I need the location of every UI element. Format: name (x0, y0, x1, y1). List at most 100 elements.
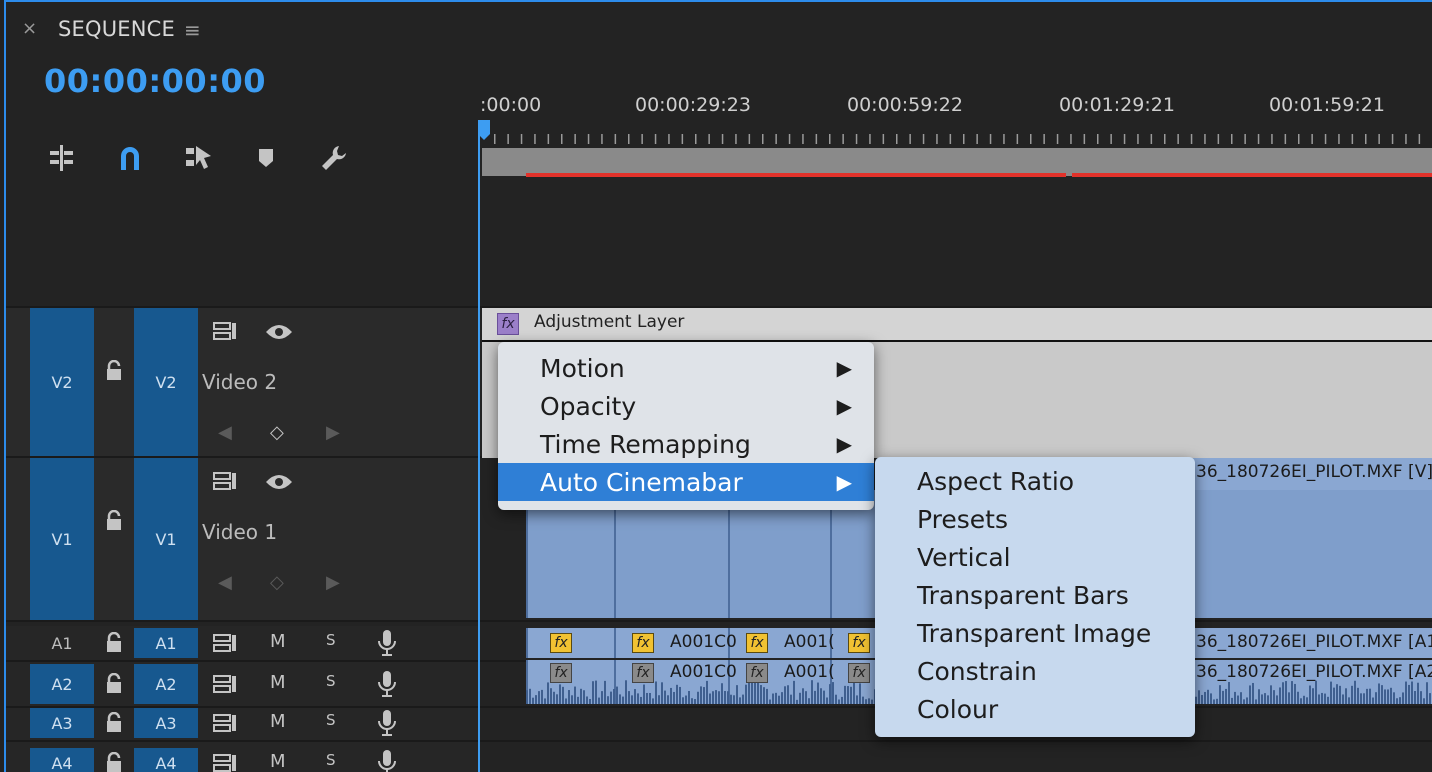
time-ruler[interactable] (482, 126, 1432, 148)
ruler-label: 00:00:59:22 (847, 94, 963, 116)
track-divider (6, 706, 1432, 708)
solo-track-button[interactable]: S (326, 631, 336, 649)
solo-track-button[interactable]: S (326, 672, 336, 690)
menu-item-auto-cinemabar[interactable]: Auto Cinemabar ▶ (498, 463, 874, 501)
render-status-bar (1072, 173, 1432, 177)
clip-name: A001( (784, 632, 835, 652)
menu-item-label: Opacity (540, 391, 637, 421)
target-track-a2[interactable]: A2 (134, 664, 198, 704)
source-patch-v2[interactable]: V2 (30, 308, 94, 456)
submenu-arrow-icon: ▶ (836, 356, 852, 380)
track-lock-icon[interactable] (104, 672, 124, 699)
source-patch-a1[interactable]: A1 (30, 628, 94, 658)
target-track-v1[interactable]: V1 (134, 458, 198, 620)
menu-item-time-remapping[interactable]: Time Remapping ▶ (498, 425, 874, 463)
clip-name: A001C0 (670, 632, 737, 652)
snap-magnet-icon[interactable] (112, 140, 148, 176)
source-patch-a4[interactable]: A4 (30, 748, 94, 772)
submenu-item-transparent-image[interactable]: Transparent Image (917, 619, 1151, 648)
voice-over-record-icon[interactable] (376, 709, 398, 741)
next-keyframe-icon[interactable]: ▶ (326, 572, 340, 593)
panel-menu-icon[interactable]: ≡ (184, 18, 201, 42)
clip-effects-menu: Motion ▶ Opacity ▶ Time Remapping ▶ Auto Ci… (498, 342, 874, 510)
wrench-settings-icon[interactable] (316, 140, 352, 176)
work-area-bar[interactable] (482, 148, 1432, 176)
insert-nest-icon[interactable] (44, 140, 80, 176)
toggle-sync-lock-icon[interactable] (212, 470, 238, 496)
fx-badge-icon[interactable]: fx (848, 663, 870, 683)
fx-badge-icon[interactable]: fx (550, 663, 572, 683)
target-track-a4[interactable]: A4 (134, 748, 198, 772)
ruler-label: :00:00 (480, 94, 542, 116)
eye-visibility-icon[interactable] (264, 322, 294, 346)
track-lock-icon[interactable] (104, 359, 124, 386)
fx-badge-icon[interactable]: fx (746, 663, 768, 683)
add-marker-icon[interactable] (248, 140, 284, 176)
ruler-label: 00:01:29:21 (1059, 94, 1175, 116)
playhead-handle-icon[interactable] (478, 120, 490, 142)
fx-badge-icon[interactable]: fx (632, 633, 654, 653)
eye-visibility-icon[interactable] (264, 472, 294, 496)
submenu-item-presets[interactable]: Presets (917, 505, 1008, 534)
source-patch-a3[interactable]: A3 (30, 708, 94, 738)
submenu-arrow-icon: ▶ (836, 394, 852, 418)
submenu-item-vertical[interactable]: Vertical (917, 543, 1011, 572)
voice-over-record-icon[interactable] (376, 629, 398, 661)
track-name-v1[interactable]: Video 1 (202, 520, 277, 544)
track-lock-icon[interactable] (104, 631, 124, 658)
empty-track-area (6, 180, 1432, 308)
next-keyframe-icon[interactable]: ▶ (326, 422, 340, 443)
previous-keyframe-icon[interactable]: ◀ (218, 422, 232, 443)
mute-track-button[interactable]: M (270, 751, 286, 772)
target-track-a3[interactable]: A3 (134, 708, 198, 738)
voice-over-record-icon[interactable] (376, 749, 398, 772)
auto-cinemabar-submenu: Aspect Ratio Presets Vertical Transparen… (875, 457, 1195, 737)
source-patch-v1[interactable]: V1 (30, 458, 94, 620)
submenu-item-aspect-ratio[interactable]: Aspect Ratio (917, 467, 1074, 496)
menu-item-opacity[interactable]: Opacity ▶ (498, 387, 874, 425)
close-panel-icon[interactable]: × (22, 18, 37, 39)
add-keyframe-icon[interactable]: ◇ (270, 422, 284, 443)
menu-item-label: Motion (540, 353, 625, 383)
track-lock-icon[interactable] (104, 509, 124, 536)
menu-item-label: Auto Cinemabar (540, 467, 743, 497)
target-track-v2[interactable]: V2 (134, 308, 198, 456)
submenu-item-transparent-bars[interactable]: Transparent Bars (917, 581, 1129, 610)
fx-badge-icon[interactable]: fx (632, 663, 654, 683)
fx-badge-icon[interactable]: fx (848, 633, 870, 653)
submenu-item-colour[interactable]: Colour (917, 695, 998, 724)
solo-track-button[interactable]: S (326, 751, 336, 769)
toggle-sync-lock-icon[interactable] (212, 712, 238, 738)
mute-track-button[interactable]: M (270, 631, 286, 652)
playhead-timecode[interactable]: 00:00:00:00 (44, 62, 266, 100)
fx-badge-icon[interactable]: fx (497, 313, 519, 335)
track-divider (6, 620, 1432, 622)
toggle-sync-lock-icon[interactable] (212, 752, 238, 772)
mute-track-button[interactable]: M (270, 711, 286, 732)
target-track-a1[interactable]: A1 (134, 628, 198, 658)
source-patch-a2[interactable]: A2 (30, 664, 94, 704)
track-lock-icon[interactable] (104, 751, 124, 772)
voice-over-record-icon[interactable] (376, 670, 398, 702)
toggle-sync-lock-icon[interactable] (212, 632, 238, 658)
toggle-sync-lock-icon[interactable] (212, 673, 238, 699)
mute-track-button[interactable]: M (270, 672, 286, 693)
solo-track-button[interactable]: S (326, 711, 336, 729)
add-keyframe-icon[interactable]: ◇ (270, 572, 284, 593)
toggle-sync-lock-icon[interactable] (212, 320, 238, 346)
clip-name: 36_180726EI_PILOT.MXF [A2 (1196, 662, 1432, 682)
previous-keyframe-icon[interactable]: ◀ (218, 572, 232, 593)
linked-selection-icon[interactable] (180, 140, 216, 176)
track-lock-icon[interactable] (104, 711, 124, 738)
track-name-v2[interactable]: Video 2 (202, 370, 277, 394)
submenu-arrow-icon: ▶ (836, 470, 852, 494)
fx-badge-icon[interactable]: fx (746, 633, 768, 653)
panel-title: SEQUENCE (58, 17, 176, 41)
render-status-bar (526, 173, 1066, 177)
fx-badge-icon[interactable]: fx (550, 633, 572, 653)
menu-item-motion[interactable]: Motion ▶ (498, 349, 874, 387)
playhead-line[interactable] (478, 120, 480, 772)
submenu-item-constrain[interactable]: Constrain (917, 657, 1037, 686)
track-divider (6, 740, 1432, 742)
ruler-label: 00:01:59:21 (1269, 94, 1385, 116)
